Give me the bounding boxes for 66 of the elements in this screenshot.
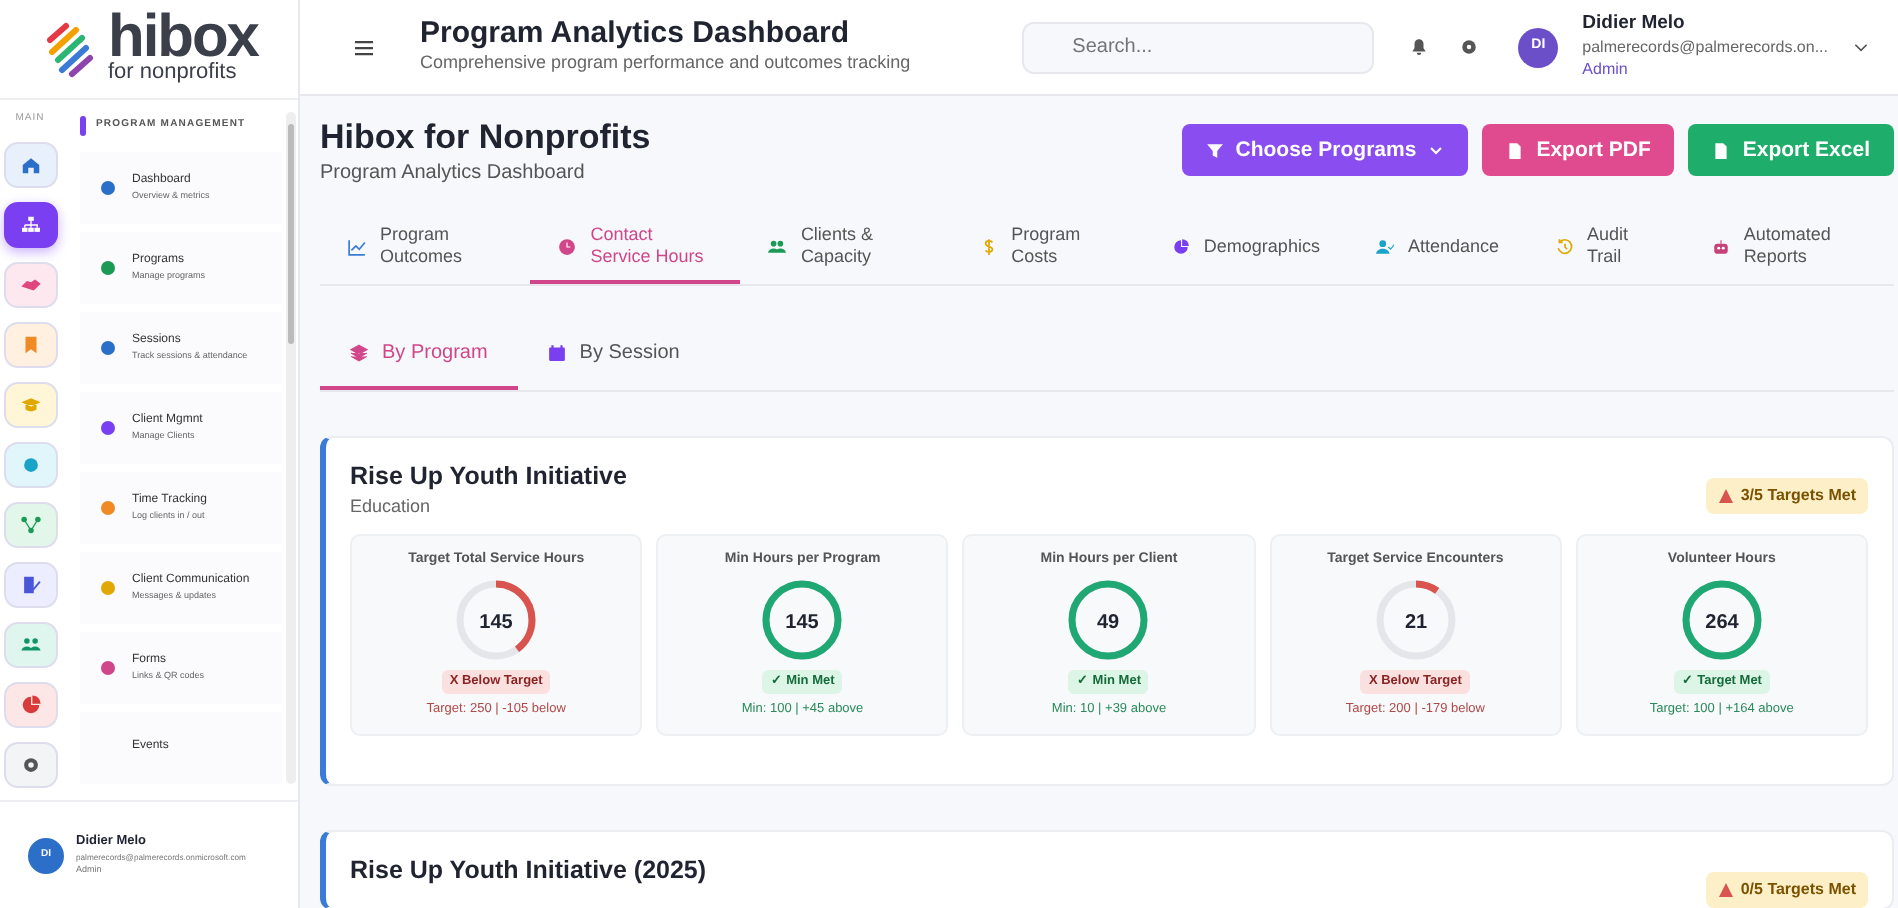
tab[interactable]: Attendance [1347,211,1527,284]
search-field[interactable]: Search... [1022,21,1375,73]
page-subtitle: Comprehensive program performance and outcomes tracking [420,50,913,76]
document-icon [1506,141,1525,159]
circle-icon [19,453,41,475]
pie-chart-icon [19,693,41,715]
dashboard-subtitle: Program Analytics Dashboard [320,159,587,188]
graduation-cap-icon [19,393,41,415]
home-icon [19,153,41,175]
user-role: Admin [1582,59,1630,82]
person-check-icon [1375,237,1394,256]
user-name: Didier Melo [1582,12,1687,39]
action-button[interactable]: Choose Programs [1181,124,1469,176]
tab[interactable]: Automated Reports [1683,211,1895,284]
scrollbar[interactable] [286,112,296,784]
tab[interactable]: Demographics [1143,211,1348,284]
dashboard-title: Hibox for Nonprofits [320,120,651,158]
tab[interactable]: By Session [517,317,710,390]
tab[interactable]: Clients & Capacity [740,211,952,284]
filter-icon [1205,141,1224,159]
metric-value: 49 [1097,612,1121,635]
tab[interactable]: Program Outcomes [320,211,531,284]
network-nav-button[interactable] [3,501,57,547]
history-icon [1555,237,1573,256]
bell-icon [1410,38,1429,56]
bookmark-nav-button[interactable] [3,321,57,367]
user-email: palmerecords@palmerecords.on... [1582,38,1828,60]
metric-value: 264 [1705,612,1739,635]
targets-badge: 3/5 Targets Met [1706,477,1868,514]
pie-chart-icon [1171,237,1190,256]
settings-nav-button[interactable] [3,741,57,787]
robot-icon [1711,237,1730,256]
clipboard-nav-button[interactable] [3,561,57,607]
metric-value: 145 [785,612,820,635]
pie-chart-nav-button[interactable] [3,681,57,727]
metric-value: 145 [479,612,513,635]
graduation-cap-nav-button[interactable] [3,381,57,427]
line-chart-icon [348,237,366,256]
document-icon [1712,141,1731,159]
warning-icon [1718,487,1735,504]
people-nav-button[interactable] [3,621,57,667]
action-button[interactable]: Export PDF [1482,124,1675,176]
home-nav-button[interactable] [3,141,57,187]
dollar-icon [979,237,998,256]
program-name: Rise Up Youth Initiative [350,459,627,494]
sitemap-nav-button[interactable] [3,201,57,247]
layers-icon [350,343,368,362]
metric-value: 21 [1404,612,1427,635]
tab[interactable]: By Program [320,317,518,390]
circle-nav-button[interactable] [3,441,57,487]
chevron-down-icon [1428,142,1445,158]
network-icon [19,513,41,535]
calendar-icon [547,343,566,362]
tab[interactable]: Contact Service Hours [530,211,741,284]
tab[interactable]: Audit Trail [1527,211,1684,284]
tab[interactable]: Program Costs [951,211,1144,284]
menu-icon [352,35,376,59]
warning-icon [1718,881,1735,898]
settings-icon [19,753,41,775]
targets-badge: 0/5 Targets Met [1706,871,1868,908]
logo-text: hibox [108,14,258,62]
program-name: Rise Up Youth Initiative (2025) [350,853,707,888]
program-category: Education [350,494,433,521]
logo-tagline: for nonprofits [108,62,239,84]
settings-icon [1460,38,1479,56]
page-title: Program Analytics Dashboard [420,17,852,50]
